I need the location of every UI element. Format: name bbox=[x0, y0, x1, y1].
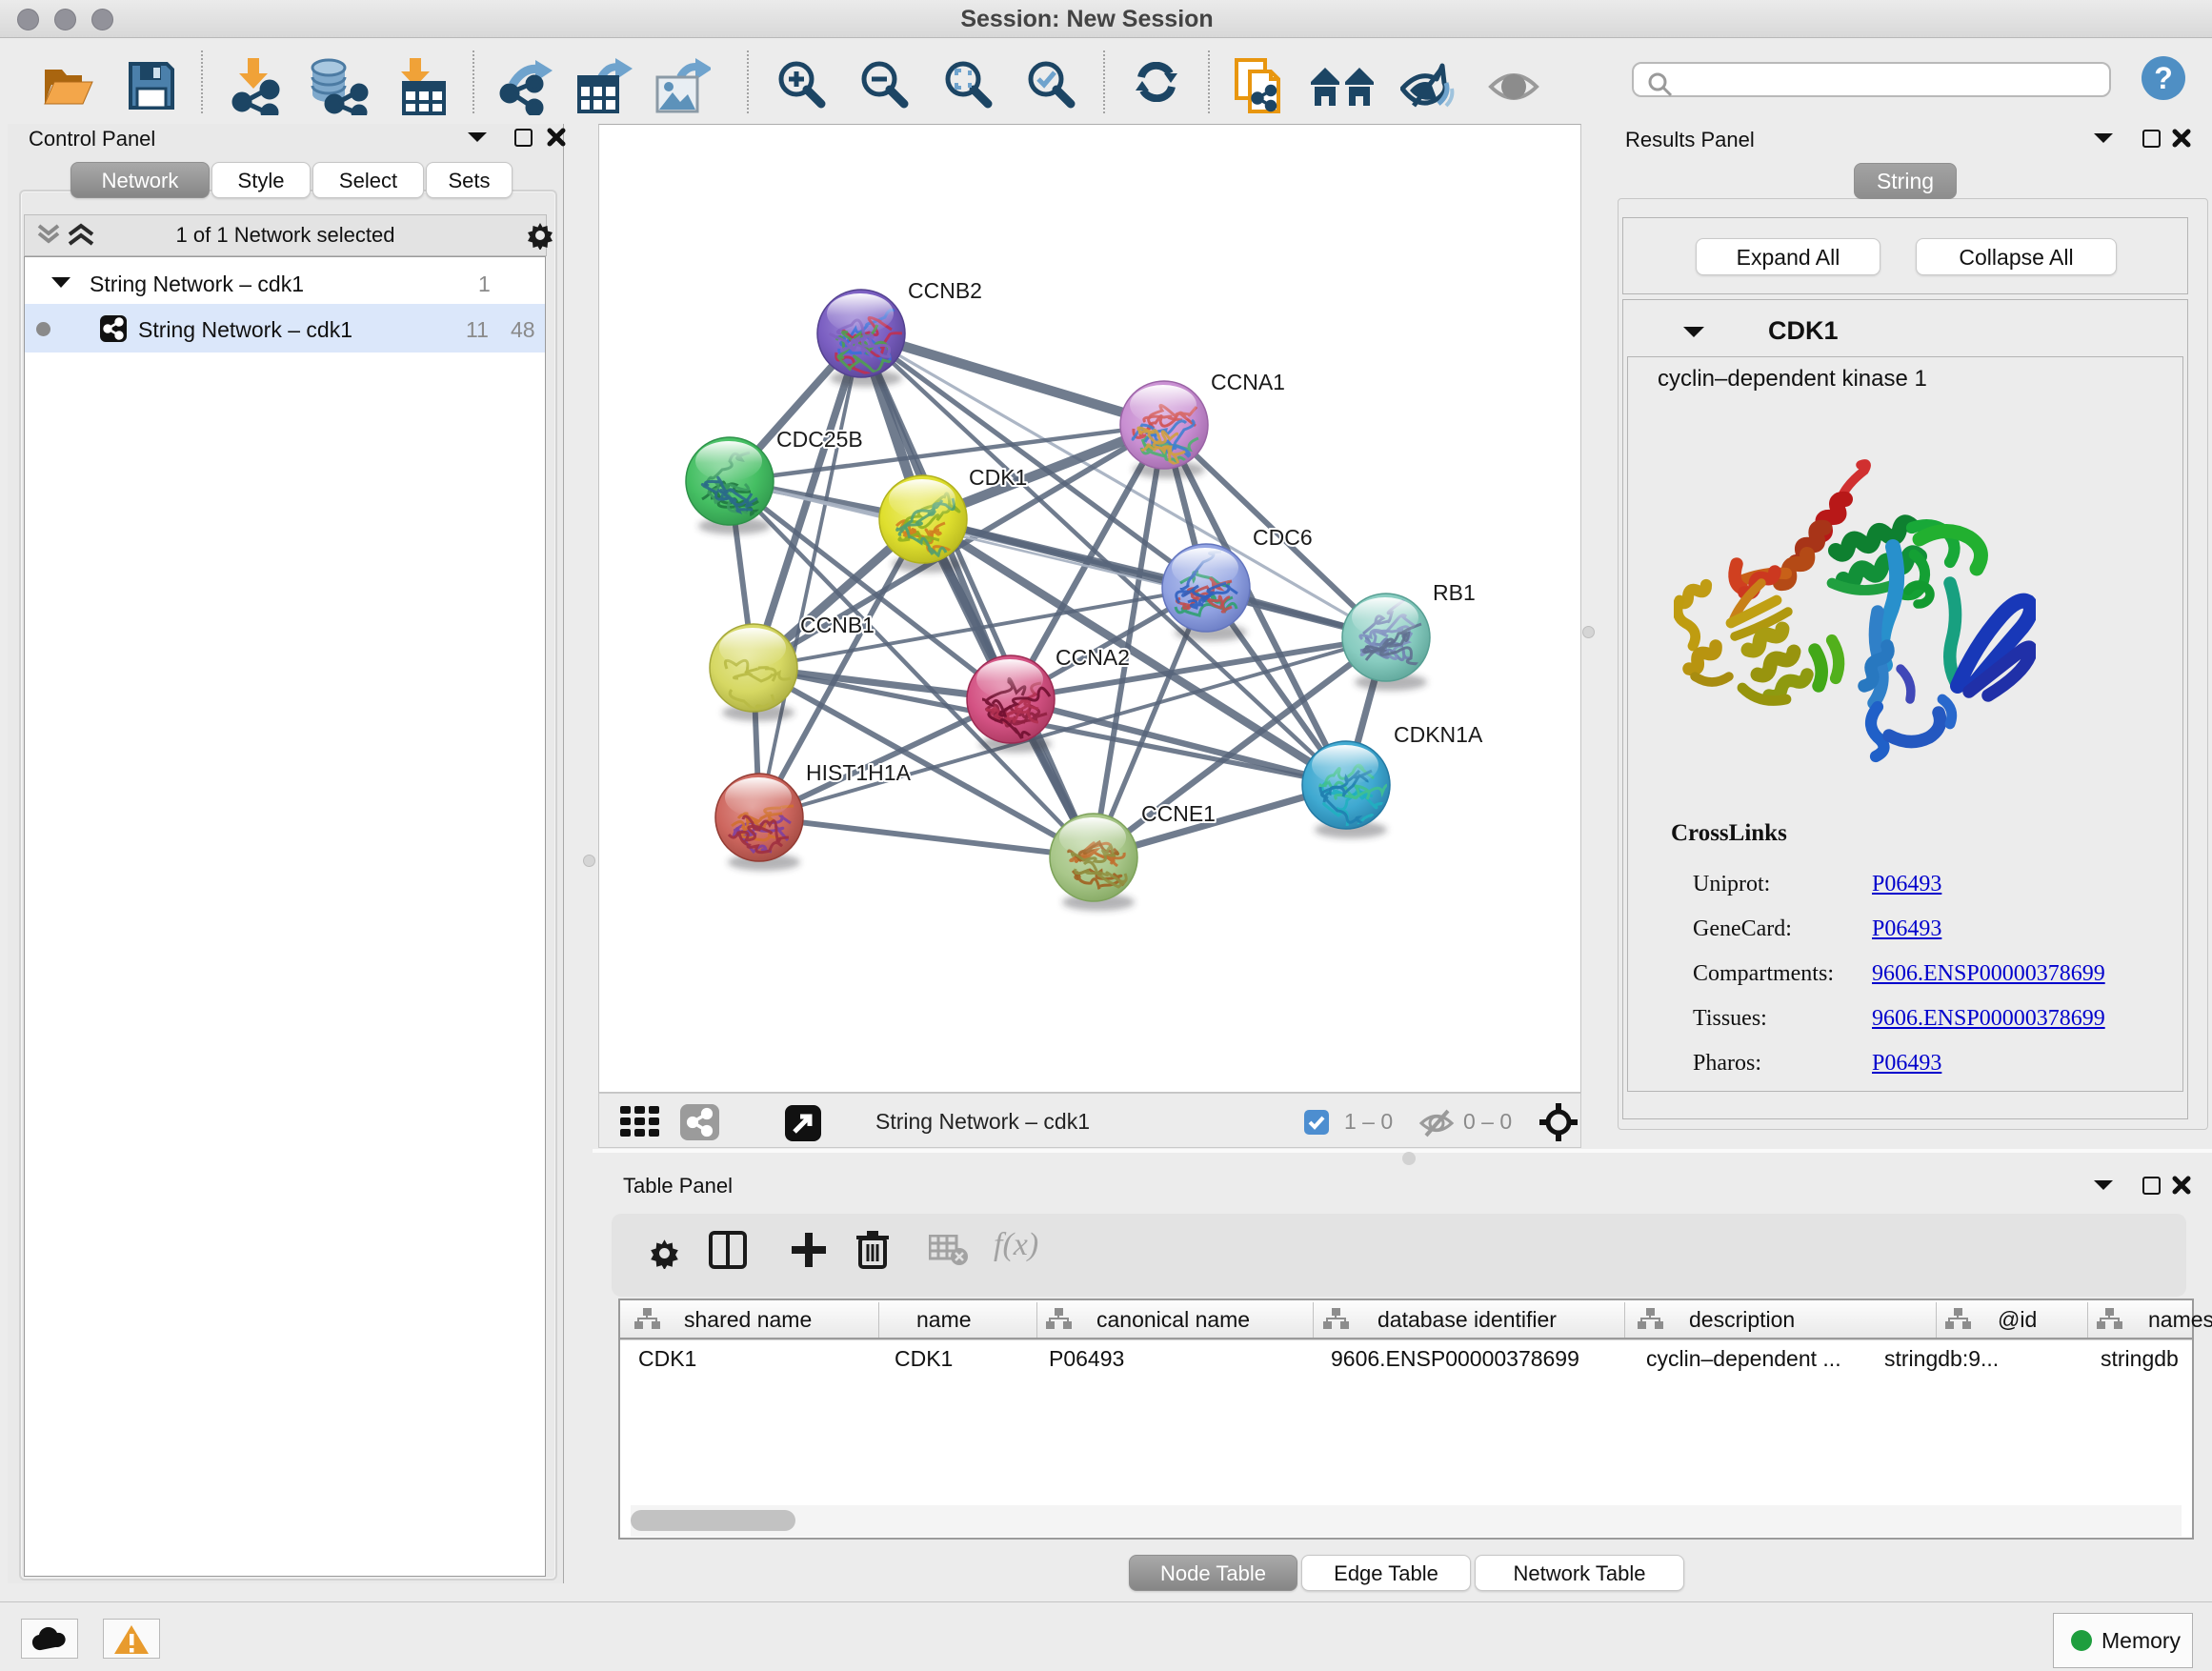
svg-text:?: ? bbox=[2154, 61, 2173, 95]
svg-text:CCNB2: CCNB2 bbox=[908, 278, 982, 303]
svg-text:CCNA2: CCNA2 bbox=[1056, 645, 1130, 670]
svg-text:CDC6: CDC6 bbox=[1253, 525, 1313, 550]
svg-text:CDKN1A: CDKN1A bbox=[1394, 722, 1483, 747]
svg-text:CCNA1: CCNA1 bbox=[1211, 370, 1285, 394]
svg-text:CCNE1: CCNE1 bbox=[1141, 801, 1216, 826]
svg-text:HIST1H1A: HIST1H1A bbox=[806, 760, 912, 785]
svg-text:CDK1: CDK1 bbox=[969, 465, 1027, 490]
svg-text:CCNB1: CCNB1 bbox=[800, 613, 875, 637]
svg-text:CDC25B: CDC25B bbox=[776, 427, 863, 452]
svg-text:RB1: RB1 bbox=[1433, 580, 1476, 605]
